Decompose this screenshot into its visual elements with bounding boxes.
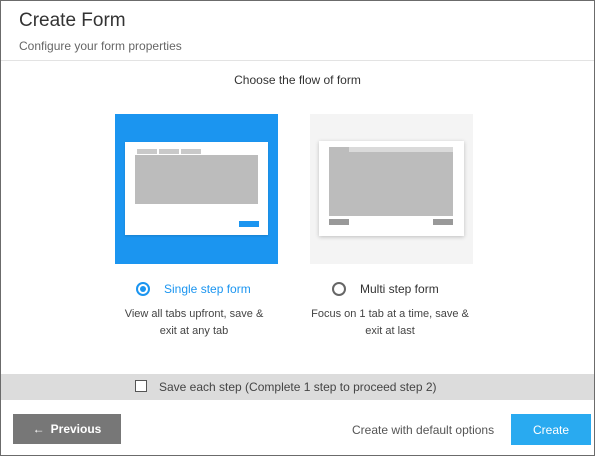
dialog-header: Create Form Configure your form properti… (1, 1, 594, 61)
previous-button[interactable]: ← Previous (13, 414, 121, 444)
illustration-tab (159, 149, 179, 154)
illustration-tab (181, 149, 201, 154)
multi-step-illustration (319, 141, 464, 236)
single-step-description-line1: View all tabs upfront, save & (124, 308, 264, 320)
multi-step-card[interactable] (310, 114, 473, 264)
illustration-content (329, 152, 453, 216)
illustration-back-arrow-icon (329, 219, 349, 225)
multi-step-description: Focus on 1 tab at a time, save & exit at… (305, 306, 475, 340)
multi-step-label[interactable]: Multi step form (360, 282, 439, 296)
save-each-step-label[interactable]: Save each step (Complete 1 step to proce… (159, 380, 437, 394)
multi-step-description-line1: Focus on 1 tab at a time, save & (311, 308, 469, 320)
multi-step-description-line2: exit at last (365, 325, 415, 337)
create-form-dialog: Create Form Configure your form properti… (0, 0, 595, 456)
illustration-content (135, 155, 258, 204)
single-step-option[interactable]: Single step form (136, 280, 251, 298)
dialog-subtitle: Configure your form properties (19, 39, 182, 53)
illustration-next-arrow-icon (433, 219, 453, 225)
single-step-radio[interactable] (136, 282, 150, 296)
create-default-options-link[interactable]: Create with default options (352, 423, 494, 437)
dialog-footer: ← Previous Create with default options C… (1, 400, 594, 455)
single-step-illustration (125, 142, 268, 235)
single-step-description-line2: exit at any tab (159, 325, 229, 337)
flow-heading: Choose the flow of form (234, 73, 361, 87)
arrow-left-icon: ← (32, 422, 45, 436)
save-each-step-checkbox[interactable] (135, 380, 147, 392)
illustration-save-button (239, 221, 259, 227)
create-button[interactable]: Create (511, 414, 591, 445)
create-button-label: Create (532, 422, 570, 437)
multi-step-radio[interactable] (332, 282, 346, 296)
previous-button-label: Previous (50, 422, 102, 436)
single-step-description: View all tabs upfront, save & exit at an… (109, 306, 279, 340)
dialog-title: Create Form (19, 10, 126, 31)
multi-step-option[interactable]: Multi step form (332, 280, 439, 298)
save-each-step-bar: Save each step (Complete 1 step to proce… (1, 374, 594, 400)
single-step-card[interactable] (115, 114, 278, 264)
single-step-label[interactable]: Single step form (164, 282, 251, 296)
illustration-tab (137, 149, 157, 154)
